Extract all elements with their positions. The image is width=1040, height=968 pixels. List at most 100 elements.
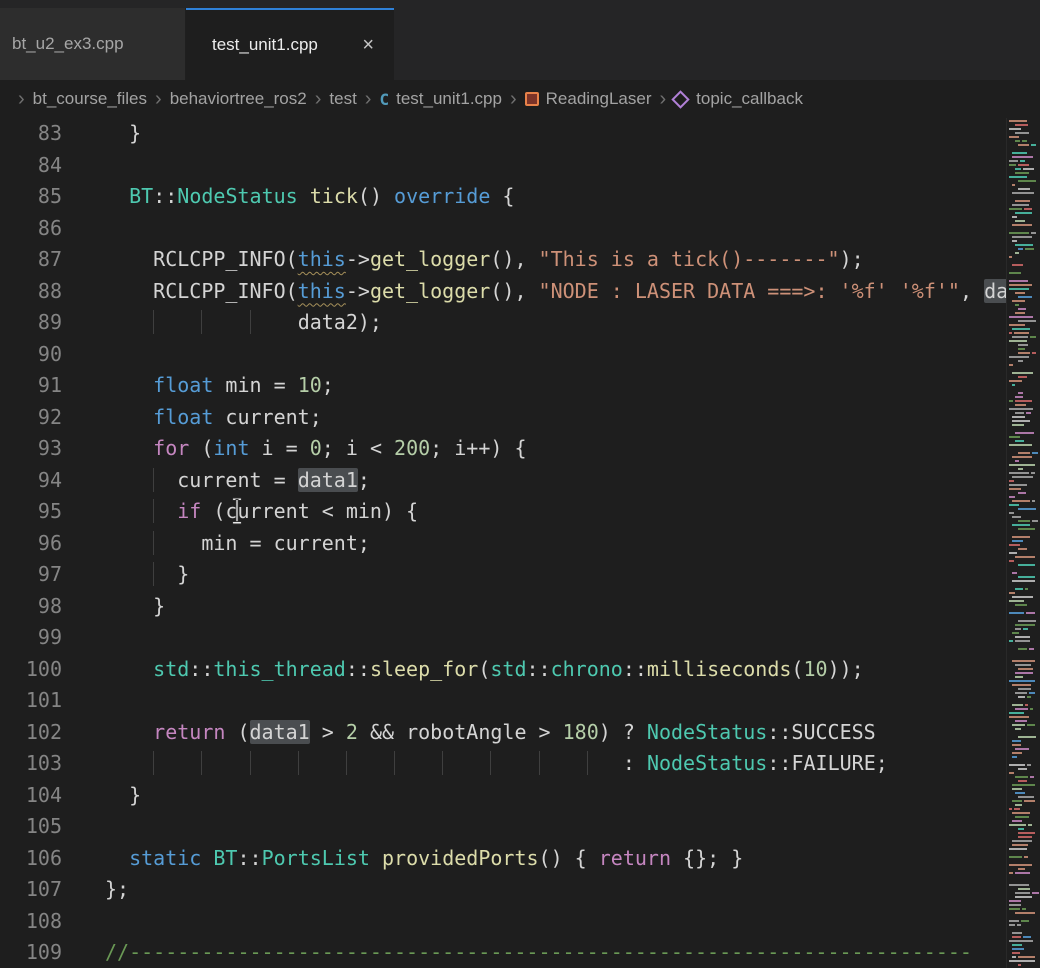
line-number[interactable]: 92	[0, 402, 62, 434]
breadcrumb-item-behaviortree_ros2[interactable]: behaviortree_ros2	[170, 89, 307, 109]
line-number[interactable]: 106	[0, 843, 62, 875]
line-number[interactable]: 98	[0, 591, 62, 623]
line-number[interactable]: 91	[0, 370, 62, 402]
line-number[interactable]: 104	[0, 780, 62, 812]
minimap-line	[1012, 756, 1017, 758]
code-line-text[interactable]: }	[62, 559, 189, 591]
line-number[interactable]: 107	[0, 874, 62, 906]
code-line[interactable]: 88 RCLCPP_INFO(this->get_logger(), "NODE…	[0, 276, 1040, 308]
code-line-text[interactable]: RCLCPP_INFO(this->get_logger(), "This is…	[62, 244, 864, 276]
code-line[interactable]: 90	[0, 339, 1040, 371]
code-line-text[interactable]: static BT::PortsList providedPorts() { r…	[62, 843, 743, 875]
breadcrumb-item-topic_callback[interactable]: topic_callback	[674, 89, 803, 109]
code-line[interactable]: 93 for (int i = 0; i < 200; i++) {	[0, 433, 1040, 465]
code-line[interactable]: 101	[0, 685, 1040, 717]
code-line[interactable]: 105	[0, 811, 1040, 843]
code-line-text[interactable]: : NodeStatus::FAILURE;	[62, 748, 888, 780]
code-line-text[interactable]	[62, 150, 105, 182]
line-number[interactable]: 89	[0, 307, 62, 339]
code-line[interactable]: 86	[0, 213, 1040, 245]
tab-test_unit1[interactable]: test_unit1.cpp ×	[186, 8, 394, 80]
line-number[interactable]: 105	[0, 811, 62, 843]
line-number[interactable]: 86	[0, 213, 62, 245]
code-line-text[interactable]: float current;	[62, 402, 322, 434]
code-line[interactable]: 96 min = current;	[0, 528, 1040, 560]
chevron-right-icon: ›	[18, 89, 25, 109]
code-line[interactable]: 108	[0, 906, 1040, 938]
close-icon[interactable]: ×	[358, 33, 378, 57]
code-line-text[interactable]: };	[62, 874, 129, 906]
code-line-text[interactable]: for (int i = 0; i < 200; i++) {	[62, 433, 526, 465]
code-line-text[interactable]: min = current;	[62, 528, 370, 560]
code-line[interactable]: 84	[0, 150, 1040, 182]
line-number[interactable]: 96	[0, 528, 62, 560]
code-line-text[interactable]	[62, 906, 105, 938]
code-line[interactable]: 87 RCLCPP_INFO(this->get_logger(), "This…	[0, 244, 1040, 276]
code-line-text[interactable]: std::this_thread::sleep_for(std::chrono:…	[62, 654, 864, 686]
code-line-text[interactable]	[62, 339, 105, 371]
code-line-text[interactable]	[62, 811, 105, 843]
minimap-line	[1018, 736, 1036, 738]
line-number[interactable]: 90	[0, 339, 62, 371]
code-line[interactable]: 102 return (data1 > 2 && robotAngle > 18…	[0, 717, 1040, 749]
breadcrumb-item-ReadingLaser[interactable]: ReadingLaser	[525, 89, 652, 109]
code-token: //--------------------------------------…	[105, 940, 972, 964]
code-line-text[interactable]: current = data1;	[62, 465, 370, 497]
code-line-text[interactable]	[62, 213, 105, 245]
code-line[interactable]: 107};	[0, 874, 1040, 906]
code-line-text[interactable]: BT::NodeStatus tick() override {	[62, 181, 514, 213]
code-line[interactable]: 92 float current;	[0, 402, 1040, 434]
tab-bt_u2_ex3[interactable]: bt_u2_ex3.cpp	[0, 8, 186, 80]
line-number[interactable]: 94	[0, 465, 62, 497]
breadcrumb-item-test[interactable]: test	[329, 89, 356, 109]
minimap-line	[1012, 944, 1022, 946]
code-line-text[interactable]	[62, 685, 105, 717]
code-area[interactable]: 83 }8485 BT::NodeStatus tick() override …	[0, 118, 1040, 968]
code-line-text[interactable]: data2);	[62, 307, 382, 339]
line-number[interactable]: 87	[0, 244, 62, 276]
code-line[interactable]: 85 BT::NodeStatus tick() override {	[0, 181, 1040, 213]
line-number[interactable]: 95	[0, 496, 62, 528]
line-number[interactable]: 109	[0, 937, 62, 968]
code-line[interactable]: 103 : NodeStatus::FAILURE;	[0, 748, 1040, 780]
code-line[interactable]: 104 }	[0, 780, 1040, 812]
line-number[interactable]: 97	[0, 559, 62, 591]
line-number[interactable]: 83	[0, 118, 62, 150]
line-number[interactable]: 93	[0, 433, 62, 465]
code-line[interactable]: 89 data2);	[0, 307, 1040, 339]
line-number[interactable]: 99	[0, 622, 62, 654]
code-line[interactable]: 100 std::this_thread::sleep_for(std::chr…	[0, 654, 1040, 686]
code-line[interactable]: 91 float min = 10;	[0, 370, 1040, 402]
breadcrumb-item-test_unit1.cpp[interactable]: Ctest_unit1.cpp	[379, 89, 502, 109]
minimap-line	[1012, 632, 1019, 634]
minimap-line	[1012, 932, 1022, 934]
line-number[interactable]: 100	[0, 654, 62, 686]
code-line[interactable]: 94 current = data1;	[0, 465, 1040, 497]
code-line[interactable]: 97 }	[0, 559, 1040, 591]
code-line-text[interactable]: }	[62, 591, 165, 623]
minimap-line	[1023, 628, 1028, 630]
code-line-text[interactable]: RCLCPP_INFO(this->get_logger(), "NODE : …	[62, 276, 1040, 308]
line-number[interactable]: 103	[0, 748, 62, 780]
code-line-text[interactable]: //--------------------------------------…	[62, 937, 972, 968]
code-line-text[interactable]: }	[62, 118, 141, 150]
line-number[interactable]: 108	[0, 906, 62, 938]
line-number[interactable]: 85	[0, 181, 62, 213]
line-number[interactable]: 101	[0, 685, 62, 717]
code-line[interactable]: 95 if (current < min) {	[0, 496, 1040, 528]
code-line[interactable]: 99	[0, 622, 1040, 654]
breadcrumb-item-bt_course_files[interactable]: bt_course_files	[33, 89, 147, 109]
line-number[interactable]: 102	[0, 717, 62, 749]
code-line[interactable]: 106 static BT::PortsList providedPorts()…	[0, 843, 1040, 875]
line-number[interactable]: 84	[0, 150, 62, 182]
code-line[interactable]: 98 }	[0, 591, 1040, 623]
code-line-text[interactable]: return (data1 > 2 && robotAngle > 180) ?…	[62, 717, 876, 749]
code-line-text[interactable]: float min = 10;	[62, 370, 334, 402]
minimap[interactable]	[1006, 118, 1040, 968]
code-line-text[interactable]	[62, 622, 105, 654]
line-number[interactable]: 88	[0, 276, 62, 308]
code-line[interactable]: 83 }	[0, 118, 1040, 150]
code-line[interactable]: 109 //-----------------------------------…	[0, 937, 1040, 968]
minimap-line	[1012, 384, 1015, 386]
code-line-text[interactable]: }	[62, 780, 141, 812]
